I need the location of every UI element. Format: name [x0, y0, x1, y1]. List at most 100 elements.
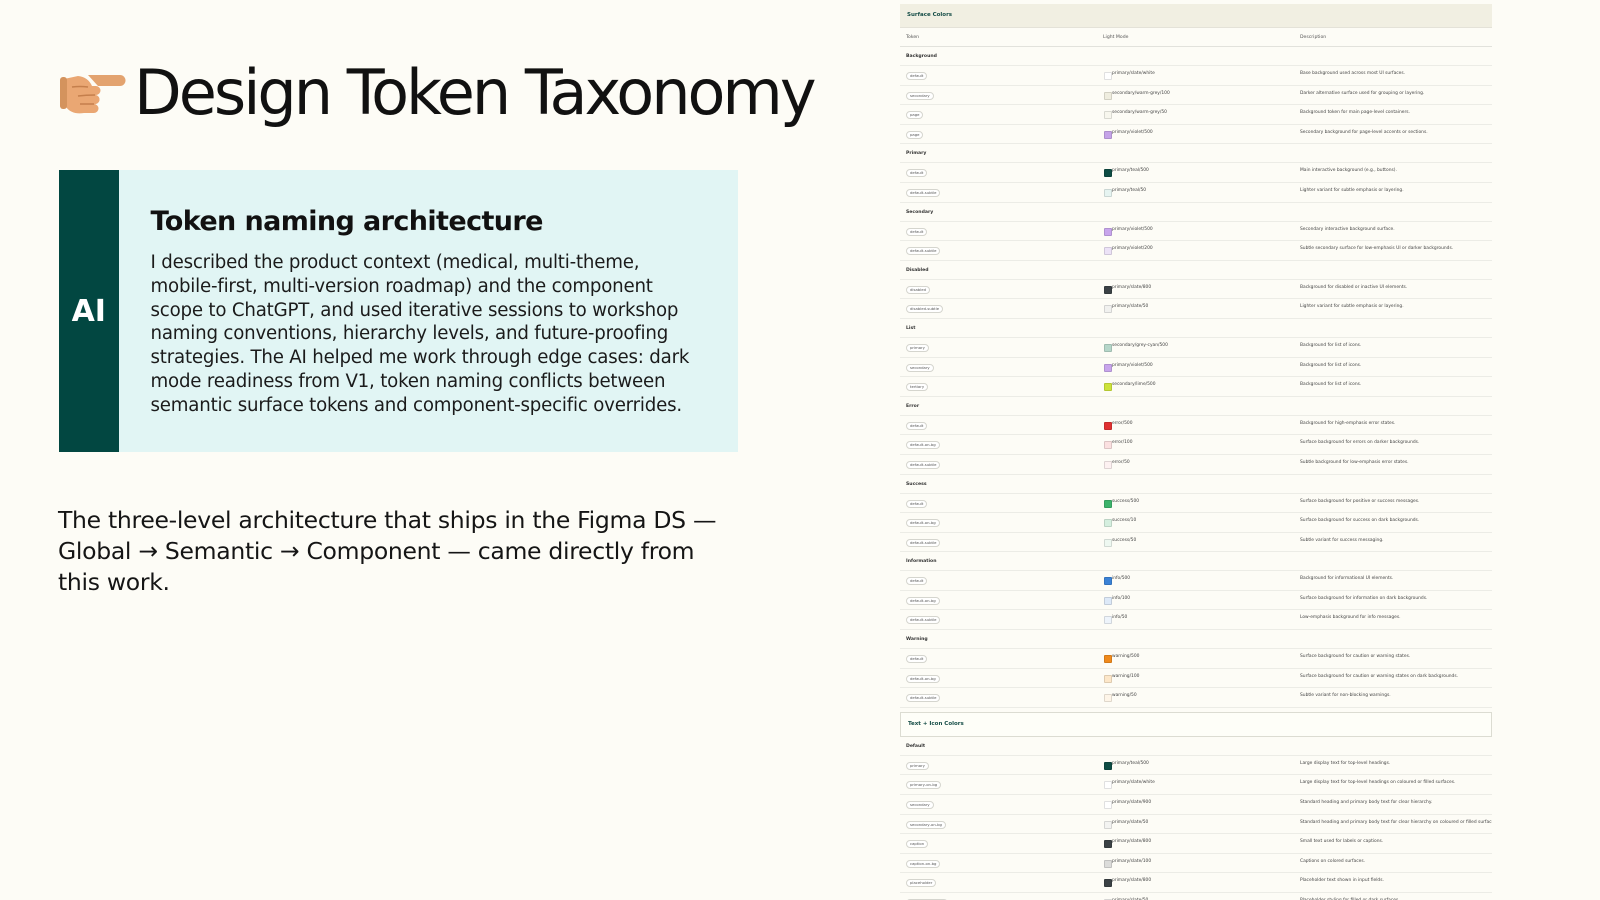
table-row: placeholder primary/slate/800 Placeholder …	[900, 873, 1492, 893]
token-reference: primary/violet/500	[1112, 362, 1153, 368]
pointing-hand-icon	[60, 75, 126, 114]
section-title: Text + Icon Colors	[900, 711, 1492, 737]
token-name-pill: default-subtle	[906, 616, 941, 625]
token-group-label: Success	[900, 475, 1492, 494]
token-group-label: Primary	[900, 144, 1492, 164]
token-group-label: Information	[900, 552, 1492, 572]
token-reference: secondary/grey-cyan/500	[1112, 342, 1168, 348]
table-row: default-subtle success/50 Subtle variant f…	[900, 533, 1492, 553]
table-row: default-on-bg success/10 Surface backgroun…	[900, 513, 1492, 533]
token-reference: info/100	[1112, 595, 1131, 601]
token-name-pill: primary-on-bg	[906, 781, 942, 790]
table-row: secondary primary/violet/500 Background fo…	[900, 358, 1492, 378]
token-reference: primary/teal/50	[1112, 187, 1147, 193]
token-name-pill: default	[906, 577, 928, 586]
token-reference: primary/slate/900	[1112, 800, 1152, 806]
token-description: Large display text for top-level heading…	[1300, 780, 1456, 786]
color-swatch	[1104, 305, 1112, 314]
token-name-pill: page	[906, 111, 924, 120]
token-name-pill: default-on-bg	[906, 596, 940, 605]
token-description: Lighter variant for subtle emphasis or l…	[1300, 304, 1404, 310]
token-description: Placeholder text shown in input fields.	[1300, 878, 1384, 884]
column-header-light-mode: Light Mode	[1103, 35, 1129, 40]
token-reference: primary/violet/500	[1112, 226, 1153, 232]
token-reference: primary/violet/200	[1112, 246, 1153, 252]
token-description: Standard heading and primary body text f…	[1300, 819, 1492, 825]
token-name-pill: default-on-bg	[906, 519, 940, 528]
token-description: Surface background for caution or warnin…	[1300, 673, 1459, 679]
token-name-pill: caption-on-bg	[906, 859, 941, 868]
color-swatch	[1104, 421, 1112, 430]
token-description: Background token for main page-level con…	[1300, 110, 1410, 116]
token-description: Secondary interactive background surface…	[1300, 226, 1395, 232]
token-reference: primary/slate/50	[1112, 304, 1149, 310]
token-name-pill: default	[906, 169, 928, 178]
table-row: default-subtle info/50 Low-emphasis backgr…	[900, 610, 1492, 631]
token-reference: error/100	[1112, 440, 1133, 446]
token-reference: success/500	[1112, 498, 1140, 504]
token-description: Background for list of icons.	[1300, 382, 1362, 388]
token-reference: primary/slate/50	[1112, 819, 1149, 825]
color-swatch	[1104, 188, 1112, 197]
token-name-pill: tertiary	[906, 383, 929, 392]
token-name-pill: secondary	[906, 363, 934, 372]
table-row: page primary/violet/500 Secondary backgrou…	[900, 125, 1492, 145]
color-swatch	[1104, 694, 1112, 703]
token-name-pill: primary	[906, 761, 929, 770]
token-name-pill: default	[906, 421, 928, 430]
color-swatch	[1104, 674, 1112, 683]
table-row: caption primary/slate/800 Small text used …	[900, 834, 1492, 854]
token-description: Darker alternative surface used for grou…	[1300, 90, 1425, 96]
table-row: primary secondary/grey-cyan/500 Background…	[900, 338, 1492, 358]
color-swatch	[1104, 859, 1112, 868]
token-description: Small text used for labels or captions.	[1300, 839, 1384, 845]
token-name-pill: placeholder	[906, 879, 937, 888]
color-swatch	[1104, 169, 1112, 178]
table-row: caption-on-bg primary/slate/100 Captions o…	[900, 854, 1492, 874]
color-swatch	[1104, 383, 1112, 392]
color-swatch	[1104, 761, 1112, 770]
token-name-pill: default	[906, 655, 928, 664]
table-row: default-subtle error/50 Subtle background …	[900, 455, 1492, 475]
token-name-pill: default-on-bg	[906, 441, 940, 450]
token-name-pill: default	[906, 72, 928, 80]
color-swatch	[1104, 285, 1112, 294]
token-description: Background for high-emphasis error state…	[1300, 420, 1396, 426]
table-row: default primary/violet/500 Secondary inter…	[900, 222, 1492, 242]
color-swatch	[1104, 130, 1112, 139]
token-description: Subtle secondary surface for low-emphasi…	[1300, 246, 1454, 252]
token-description: Secondary background for page-level acce…	[1300, 129, 1428, 135]
table-row: default-on-bg warning/100 Surface backgrou…	[900, 669, 1492, 689]
token-reference: success/50	[1112, 537, 1137, 543]
token-reference: primary/slate/100	[1112, 858, 1152, 864]
callout-content: Token naming architecture I described th…	[119, 170, 738, 452]
token-name-pill: default-on-bg	[906, 674, 940, 683]
token-description: Background for disabled or inactive UI e…	[1300, 284, 1408, 290]
token-reference: primary/slate/800	[1112, 284, 1152, 290]
token-description: Subtle variant for success messaging.	[1300, 537, 1384, 543]
color-swatch	[1104, 840, 1112, 849]
table-row: default warning/500 Surface background for…	[900, 649, 1492, 669]
token-reference: warning/500	[1112, 654, 1140, 660]
token-table-screenshot: Surface Colors Token Light Mode Description…	[900, 4, 1492, 900]
token-reference: warning/100	[1112, 673, 1140, 679]
callout-heading: Token naming architecture	[150, 206, 544, 237]
table-row: page secondary/warm-grey/50 Background tok…	[900, 105, 1492, 125]
token-group-label: Disabled	[900, 261, 1492, 280]
token-reference: secondary/lime/500	[1112, 382, 1156, 388]
token-reference: primary/slate/800	[1112, 878, 1152, 884]
token-description: Low-emphasis background for info message…	[1300, 615, 1401, 621]
color-swatch	[1104, 460, 1112, 469]
token-reference: primary/slate/800	[1112, 839, 1152, 845]
token-description: Lighter variant for subtle emphasis or l…	[1300, 187, 1404, 193]
token-reference: secondary/warm-grey/50	[1112, 110, 1167, 116]
token-description: Subtle background for low-emphasis error…	[1300, 459, 1409, 465]
table-row: default primary/teal/500 Main interactive …	[900, 163, 1492, 183]
token-group-label: Secondary	[900, 203, 1492, 222]
color-swatch	[1104, 343, 1112, 352]
token-name-pill: secondary	[906, 91, 934, 100]
token-reference: success/10	[1112, 518, 1137, 524]
token-name-pill: disabled-subtle	[906, 305, 944, 314]
color-swatch	[1104, 879, 1112, 888]
color-swatch	[1104, 538, 1112, 547]
